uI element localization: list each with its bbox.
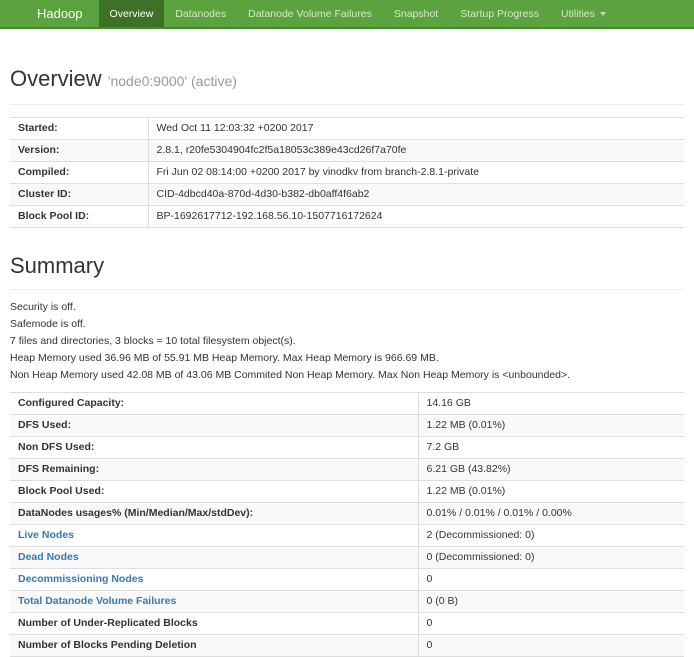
summary-row-label: DFS Remaining:	[10, 459, 418, 481]
nav-tab-label: Snapshot	[394, 8, 438, 20]
namenode-info-table: Started: Wed Oct 11 12:03:32 +0200 2017 …	[10, 117, 684, 228]
nav-tab-label: Startup Progress	[460, 8, 539, 20]
page-title-text: Overview	[10, 66, 102, 91]
table-row: Live Nodes 2 (Decommissioned: 0)	[10, 525, 684, 547]
table-row: Dead Nodes 0 (Decommissioned: 0)	[10, 547, 684, 569]
table-row: Decommissioning Nodes 0	[10, 569, 684, 591]
summary-row-label: Live Nodes	[10, 525, 418, 547]
summary-row-value: 0	[418, 635, 684, 657]
summary-row-label: DFS Used:	[10, 415, 418, 437]
nav-tab[interactable]: Startup Progress	[449, 0, 550, 27]
summary-row-label: Total Datanode Volume Failures	[10, 591, 418, 613]
page-title-subtitle: 'node0:9000' (active)	[108, 73, 237, 89]
info-row-label: Block Pool ID:	[10, 206, 148, 228]
table-row: Version: 2.8.1, r20fe5304904fc2f5a18053c…	[10, 140, 684, 162]
nav-tab[interactable]: Datanodes	[164, 0, 237, 27]
nav-tab-label: Overview	[110, 8, 154, 20]
summary-row-label-text: Non DFS Used:	[18, 441, 94, 453]
summary-row-label-text: Configured Capacity:	[18, 397, 124, 409]
nav-tab-label: Utilities	[561, 8, 595, 20]
nav-tab[interactable]: Overview	[99, 0, 165, 27]
summary-line: Non Heap Memory used 42.08 MB of 43.06 M…	[10, 370, 684, 380]
summary-row-label-text: Number of Under-Replicated Blocks	[18, 617, 198, 629]
summary-row-value: 1.22 MB (0.01%)	[418, 481, 684, 503]
summary-row-link[interactable]: Total Datanode Volume Failures	[18, 595, 176, 607]
nav-tab[interactable]: Utilities	[550, 0, 617, 27]
summary-row-value: 0	[418, 613, 684, 635]
table-row: DataNodes usages% (Min/Median/Max/stdDev…	[10, 503, 684, 525]
summary-lines: Security is off. Safemode is off. 7 file…	[10, 302, 684, 380]
table-row: Compiled: Fri Jun 02 08:14:00 +0200 2017…	[10, 162, 684, 184]
summary-row-value: 7.2 GB	[418, 437, 684, 459]
summary-row-label: Number of Blocks Pending Deletion	[10, 635, 418, 657]
summary-row-label-text: DFS Remaining:	[18, 463, 99, 475]
summary-header: Summary	[10, 254, 684, 290]
caret-down-icon	[600, 12, 606, 16]
nav-tab[interactable]: Datanode Volume Failures	[237, 0, 383, 27]
table-row: Number of Under-Replicated Blocks 0	[10, 613, 684, 635]
page-title: Overview 'node0:9000' (active)	[10, 67, 684, 93]
summary-table: Configured Capacity: 14.16 GB DFS Used: …	[10, 392, 684, 657]
info-row-value: CID-4dbcd40a-870d-4d30-b382-db0aff4f6ab2	[148, 184, 684, 206]
summary-row-label-text: DataNodes usages% (Min/Median/Max/stdDev…	[18, 507, 253, 519]
summary-row-link[interactable]: Decommissioning Nodes	[18, 573, 143, 585]
info-row-value: Fri Jun 02 08:14:00 +0200 2017 by vinodk…	[148, 162, 684, 184]
summary-line: 7 files and directories, 3 blocks = 10 t…	[10, 336, 684, 346]
summary-row-label-text: DFS Used:	[18, 419, 71, 431]
summary-line: Safemode is off.	[10, 319, 684, 329]
brand-hadoop[interactable]: Hadoop	[37, 0, 99, 27]
summary-row-label-text: Block Pool Used:	[18, 485, 104, 497]
info-row-label: Started:	[10, 118, 148, 140]
summary-title: Summary	[10, 254, 684, 278]
summary-row-value: 2 (Decommissioned: 0)	[418, 525, 684, 547]
info-row-label: Compiled:	[10, 162, 148, 184]
summary-row-value: 6.21 GB (43.82%)	[418, 459, 684, 481]
summary-row-value: 0	[418, 569, 684, 591]
table-row: Non DFS Used: 7.2 GB	[10, 437, 684, 459]
summary-row-value: 0.01% / 0.01% / 0.01% / 0.00%	[418, 503, 684, 525]
summary-row-label: Decommissioning Nodes	[10, 569, 418, 591]
summary-row-value: 14.16 GB	[418, 393, 684, 415]
navbar: Hadoop Overview Datanodes Datanode Volum…	[0, 0, 694, 29]
summary-row-label: Dead Nodes	[10, 547, 418, 569]
summary-row-label: Block Pool Used:	[10, 481, 418, 503]
summary-title-text: Summary	[10, 253, 104, 278]
table-row: Total Datanode Volume Failures 0 (0 B)	[10, 591, 684, 613]
table-row: Block Pool Used: 1.22 MB (0.01%)	[10, 481, 684, 503]
summary-row-link[interactable]: Dead Nodes	[18, 551, 79, 563]
table-row: Configured Capacity: 14.16 GB	[10, 393, 684, 415]
summary-row-value: 1.22 MB (0.01%)	[418, 415, 684, 437]
summary-line: Security is off.	[10, 302, 684, 312]
nav-tab[interactable]: Snapshot	[383, 0, 449, 27]
nav-tab-label: Datanodes	[175, 8, 226, 20]
table-row: DFS Remaining: 6.21 GB (43.82%)	[10, 459, 684, 481]
info-row-label: Cluster ID:	[10, 184, 148, 206]
table-row: DFS Used: 1.22 MB (0.01%)	[10, 415, 684, 437]
overview-header: Overview 'node0:9000' (active)	[10, 67, 684, 105]
table-row: Started: Wed Oct 11 12:03:32 +0200 2017	[10, 118, 684, 140]
summary-row-label-text: Number of Blocks Pending Deletion	[18, 639, 197, 651]
summary-row-label: Number of Under-Replicated Blocks	[10, 613, 418, 635]
nav-tab-label: Datanode Volume Failures	[248, 8, 372, 20]
info-row-value: BP-1692617712-192.168.56.10-150771617262…	[148, 206, 684, 228]
summary-line: Heap Memory used 36.96 MB of 55.91 MB He…	[10, 353, 684, 363]
nav-items: Overview Datanodes Datanode Volume Failu…	[99, 0, 617, 27]
summary-row-label: Configured Capacity:	[10, 393, 418, 415]
table-row: Number of Blocks Pending Deletion 0	[10, 635, 684, 657]
summary-row-value: 0 (Decommissioned: 0)	[418, 547, 684, 569]
table-row: Cluster ID: CID-4dbcd40a-870d-4d30-b382-…	[10, 184, 684, 206]
summary-row-label: Non DFS Used:	[10, 437, 418, 459]
info-row-value: 2.8.1, r20fe5304904fc2f5a18053c389e43cd2…	[148, 140, 684, 162]
table-row: Block Pool ID: BP-1692617712-192.168.56.…	[10, 206, 684, 228]
info-row-label: Version:	[10, 140, 148, 162]
summary-row-value: 0 (0 B)	[418, 591, 684, 613]
summary-row-link[interactable]: Live Nodes	[18, 529, 74, 541]
info-row-value: Wed Oct 11 12:03:32 +0200 2017	[148, 118, 684, 140]
summary-row-label: DataNodes usages% (Min/Median/Max/stdDev…	[10, 503, 418, 525]
